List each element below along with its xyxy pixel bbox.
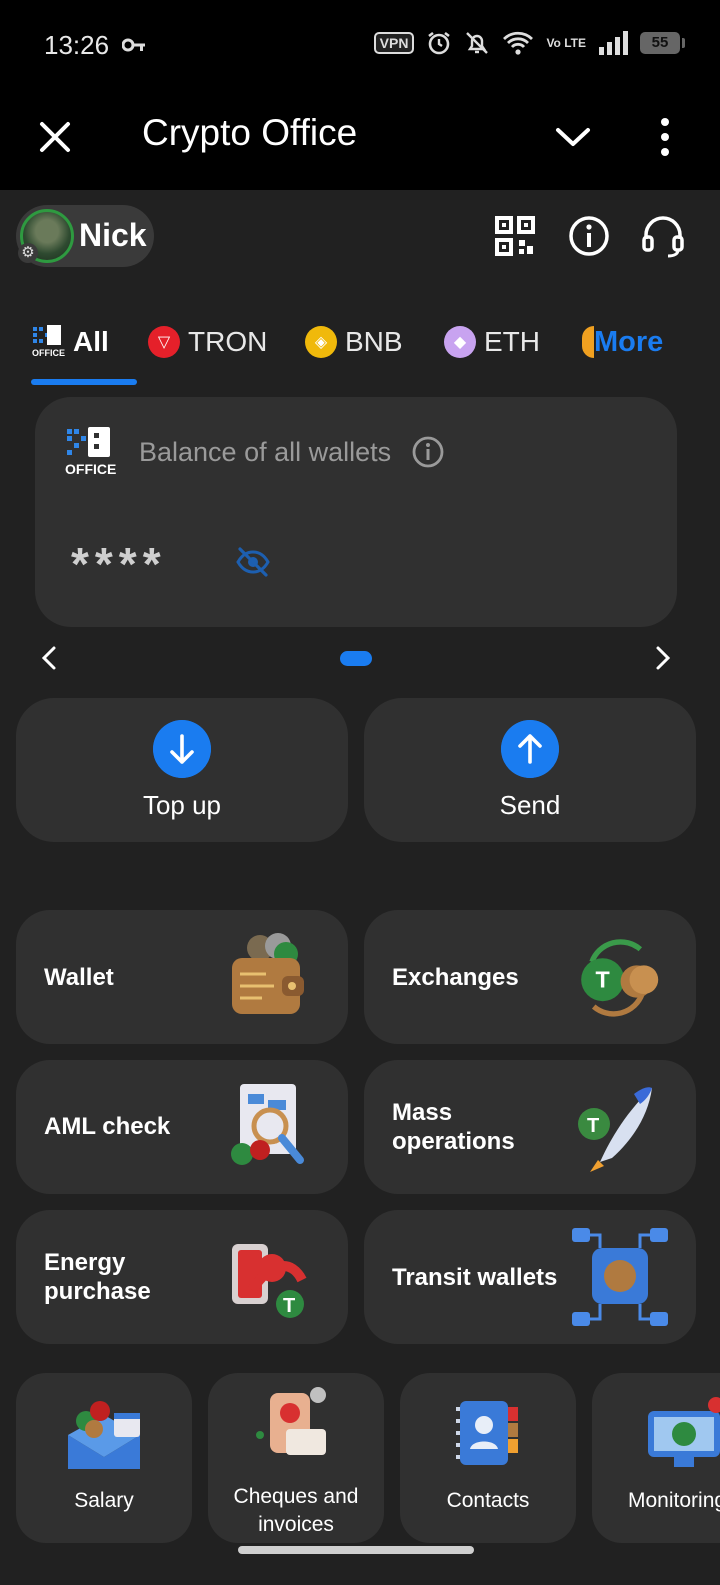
balance-value: **** — [71, 538, 167, 590]
balance-label: Balance of all wallets — [139, 437, 392, 467]
office-logo-icon: OFFICE — [32, 325, 65, 358]
tab-all[interactable]: OFFICE All — [31, 320, 109, 364]
tab-label: All — [73, 326, 109, 357]
top-up-label: Top up — [142, 790, 222, 820]
office-logo-icon: OFFICE — [65, 427, 116, 477]
tab-label: BNB — [345, 326, 403, 357]
transit-wallets-tile[interactable]: Transit wallets — [364, 1210, 696, 1344]
energy-icon: T — [232, 1244, 307, 1318]
battery-icon: 55 — [640, 32, 685, 54]
tron-icon: ▽ — [148, 326, 180, 358]
vpn-icon: VPN — [373, 32, 415, 54]
mute-bell-icon — [466, 32, 489, 54]
arrow-down-icon — [153, 720, 211, 778]
wallet-tile[interactable]: Wallet — [16, 910, 348, 1044]
tab-label: ETH — [484, 326, 540, 357]
support-headset-icon[interactable] — [640, 213, 686, 259]
tile-label: Exchanges — [392, 964, 519, 991]
magnifier-document-icon — [231, 1084, 304, 1165]
arrow-up-icon — [501, 720, 559, 778]
svg-text:OFFICE: OFFICE — [65, 461, 116, 477]
tile-label: AML check — [44, 1113, 171, 1140]
monitoring-card[interactable]: Monitoring — [592, 1373, 720, 1543]
top-up-button[interactable]: Top up — [16, 698, 348, 842]
tab-bnb[interactable]: ◈ BNB — [305, 320, 403, 364]
chevron-right-icon[interactable] — [648, 644, 676, 672]
bnb-icon: ◈ — [305, 326, 337, 358]
status-icons: VPN Vo LTE 55 — [373, 30, 685, 56]
balance-card[interactable]: OFFICE Balance of all wallets **** — [35, 397, 677, 627]
svg-text:T: T — [596, 967, 610, 993]
key-icon — [122, 38, 145, 52]
svg-text:T: T — [283, 1295, 295, 1317]
network-tabs: OFFICE All ▽ TRON ◈ BNB ◆ ETH More — [0, 320, 720, 390]
cheques-invoices-card[interactable]: Cheques and invoices — [208, 1373, 384, 1543]
send-button[interactable]: Send — [364, 698, 696, 842]
signal-icon — [599, 31, 628, 55]
app-bar: Crypto Office — [0, 90, 720, 190]
exchange-icon: T — [581, 939, 659, 1017]
balance-pager — [0, 640, 720, 676]
contacts-book-icon — [456, 1401, 518, 1465]
page-title: Crypto Office — [142, 112, 358, 153]
profile-chip[interactable]: ⚙ Nick — [16, 205, 154, 267]
service-label: Salary — [74, 1489, 134, 1512]
gear-icon: ⚙ — [18, 243, 38, 263]
tab-label: TRON — [188, 326, 268, 357]
home-indicator[interactable] — [238, 1546, 474, 1554]
service-label: Monitoring — [628, 1489, 720, 1512]
cheque-icon — [256, 1387, 326, 1455]
tile-label: Energy purchase — [44, 1249, 151, 1305]
exchanges-tile[interactable]: Exchanges T — [364, 910, 696, 1044]
info-icon[interactable] — [411, 435, 445, 469]
eth-icon: ◆ — [444, 326, 476, 358]
service-label: Cheques and invoices — [233, 1485, 359, 1536]
qr-code-icon[interactable] — [492, 213, 538, 259]
energy-purchase-tile[interactable]: Energy purchase T — [16, 1210, 348, 1344]
eye-off-icon[interactable] — [235, 545, 271, 579]
aml-check-tile[interactable]: AML check — [16, 1060, 348, 1194]
monitoring-icon — [648, 1397, 720, 1467]
info-icon[interactable] — [566, 213, 612, 259]
volte-icon: Vo LTE — [546, 36, 586, 50]
more-vert-icon[interactable] — [645, 112, 685, 162]
close-icon[interactable] — [30, 112, 80, 162]
alarm-icon — [428, 31, 451, 55]
more-coins-icon — [582, 326, 594, 358]
svg-text:T: T — [587, 1115, 599, 1137]
send-label: Send — [499, 790, 561, 820]
salary-icon — [68, 1401, 140, 1469]
chevron-down-icon[interactable] — [548, 112, 598, 162]
profile-name: Nick — [79, 217, 147, 253]
tab-label: More — [594, 325, 664, 358]
page-indicator — [340, 651, 372, 666]
svg-text:OFFICE: OFFICE — [32, 348, 65, 358]
wallet-icon — [232, 933, 304, 1014]
wifi-icon — [503, 31, 534, 55]
tab-tron[interactable]: ▽ TRON — [148, 320, 267, 364]
tile-label: Mass operations — [392, 1099, 515, 1155]
salary-card[interactable]: Salary — [16, 1373, 192, 1543]
chevron-left-icon[interactable] — [36, 644, 64, 672]
active-tab-indicator — [31, 379, 137, 385]
service-label: Contacts — [446, 1489, 530, 1512]
tab-more[interactable]: More — [582, 320, 663, 364]
tile-label: Wallet — [44, 964, 114, 991]
status-time: 13:26 — [44, 30, 110, 60]
tab-eth[interactable]: ◆ ETH — [444, 320, 540, 364]
mass-operations-tile[interactable]: Mass operations T — [364, 1060, 696, 1194]
status-bar: 13:26 VPN Vo LTE 55 — [0, 0, 720, 90]
transit-wallet-icon — [572, 1228, 668, 1326]
contacts-card[interactable]: Contacts — [400, 1373, 576, 1543]
tile-label: Transit wallets — [392, 1264, 558, 1291]
rocket-icon: T — [578, 1087, 652, 1172]
